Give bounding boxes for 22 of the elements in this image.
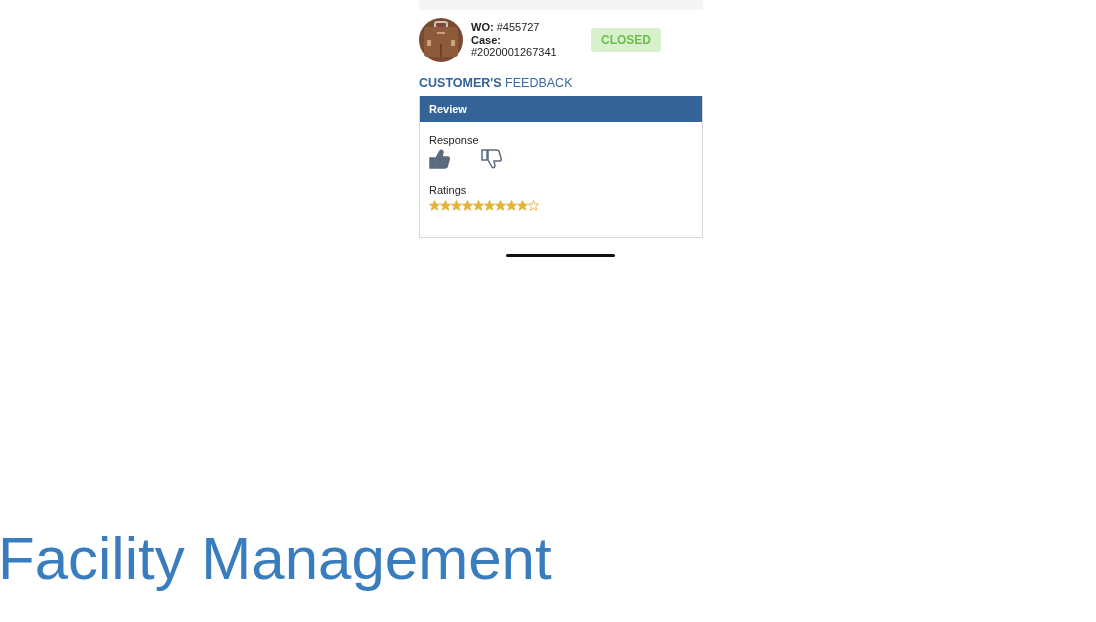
caption-title: Facility Management	[0, 524, 552, 593]
case-number: #2020001267341	[471, 46, 558, 59]
star-icon	[506, 200, 517, 211]
section-heading: CUSTOMER'S FEEDBACK	[419, 76, 574, 90]
response-label: Response	[429, 134, 480, 146]
star-icon	[462, 200, 473, 211]
briefcase-icon	[419, 18, 463, 62]
star-icon	[473, 200, 484, 211]
thumbs-down-icon[interactable]	[481, 148, 503, 170]
star-icon	[429, 200, 440, 211]
ratings-label: Ratings	[429, 184, 468, 196]
star-icon	[528, 200, 539, 211]
status-badge: CLOSED	[591, 28, 661, 52]
star-icon	[495, 200, 506, 211]
thumbs-up-icon[interactable]	[429, 148, 451, 170]
case-label: Case:	[471, 33, 502, 47]
star-icon	[484, 200, 495, 211]
star-icon	[440, 200, 451, 211]
work-order-number: WO: #455727	[471, 21, 541, 34]
panel-header: Review	[420, 96, 702, 122]
star-icon	[517, 200, 528, 211]
star-icon	[451, 200, 462, 211]
